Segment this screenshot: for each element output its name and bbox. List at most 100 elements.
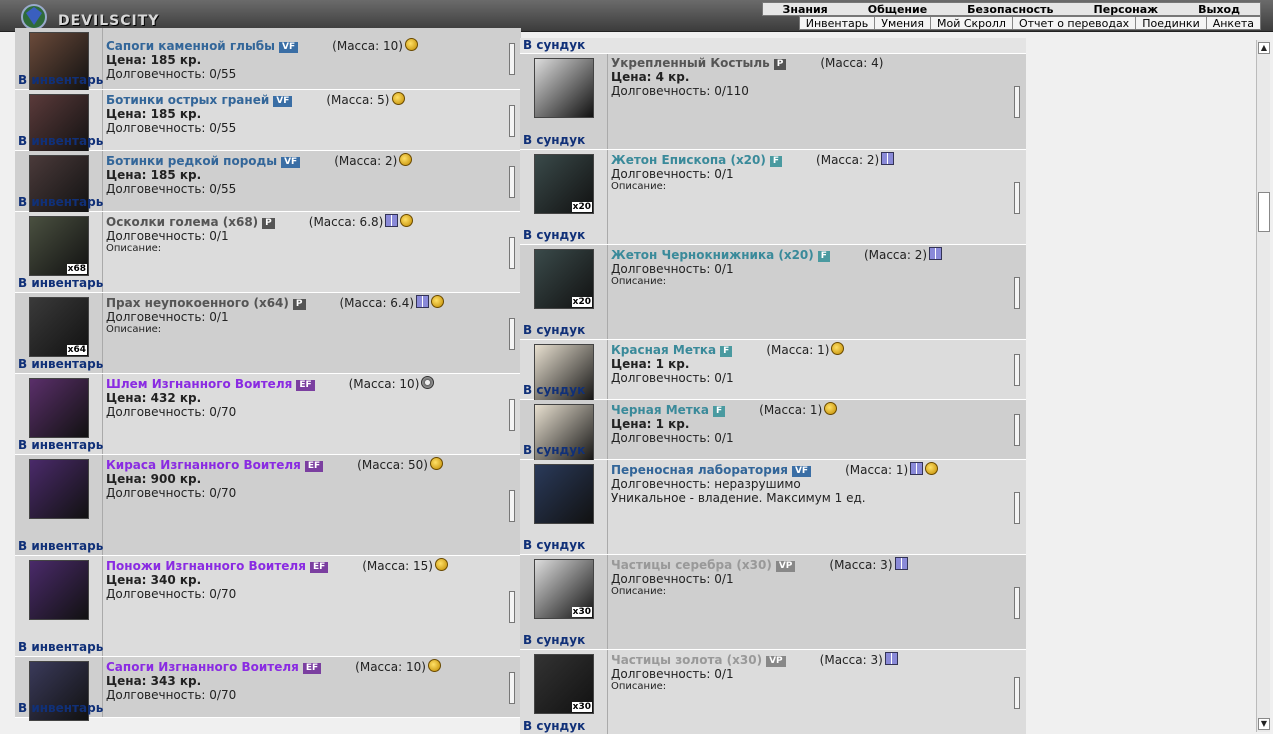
to-inventory-link[interactable]: В инвентарь (18, 195, 103, 209)
item-mini-scrollbar[interactable] (509, 105, 515, 137)
item-info: Сапоги каменной глыбы VF (Масса: 10) Цена: … (106, 38, 503, 81)
item-name[interactable]: Шлем Изгнанного Воителя (106, 377, 292, 391)
item-thumbnail[interactable] (29, 378, 89, 438)
to-chest-link[interactable]: В сундук (523, 228, 585, 242)
item-mini-scrollbar[interactable] (1014, 86, 1020, 118)
item-thumbnail[interactable] (534, 464, 594, 524)
submenu-profile[interactable]: Анкета (1207, 17, 1260, 30)
scroll-down-icon[interactable]: ▼ (1258, 718, 1270, 730)
item-name[interactable]: Красная Метка (611, 343, 716, 357)
item-thumbnail[interactable]: x20 (534, 249, 594, 309)
item-name[interactable]: Ботинки редкой породы (106, 154, 277, 168)
item-mini-scrollbar[interactable] (1014, 277, 1020, 309)
item-flag-badge: P (292, 299, 306, 310)
item-row: В инвентарь Сапоги каменной глыбы VF (Масса… (15, 28, 521, 92)
scroll-thumb[interactable] (1258, 192, 1270, 232)
item-name[interactable]: Частицы золота (x30) (611, 653, 762, 667)
item-mini-scrollbar[interactable] (509, 318, 515, 350)
item-flag-badge: EF (302, 663, 322, 674)
item-image-cell: В инвентарь (15, 151, 103, 215)
item-mini-scrollbar[interactable] (509, 237, 515, 269)
item-mini-scrollbar[interactable] (509, 43, 515, 75)
to-chest-link[interactable]: В сундук (523, 538, 585, 552)
to-chest-link[interactable]: В сундук (523, 383, 585, 397)
item-description: Описание: (611, 586, 667, 597)
submenu-my-scroll[interactable]: Мой Скролл (931, 17, 1013, 30)
item-name[interactable]: Ботинки острых граней (106, 93, 269, 107)
item-name[interactable]: Черная Метка (611, 403, 709, 417)
item-name[interactable]: Прах неупокоенного (x64) (106, 296, 289, 310)
item-mini-scrollbar[interactable] (509, 166, 515, 198)
menu-knowledge[interactable]: Знания (763, 3, 848, 16)
gift-icon (881, 152, 895, 165)
item-mini-scrollbar[interactable] (1014, 414, 1020, 446)
item-mini-scrollbar[interactable] (509, 672, 515, 704)
to-chest-link[interactable]: В сундук (523, 443, 585, 457)
item-mini-scrollbar[interactable] (1014, 354, 1020, 386)
item-mini-scrollbar[interactable] (1014, 677, 1020, 709)
item-thumbnail[interactable]: x20 (534, 154, 594, 214)
submenu-fights[interactable]: Поединки (1136, 17, 1207, 30)
item-row: В инвентарь Шлем Изгнанного Воителя EF (Мас… (15, 374, 521, 455)
item-extra-note: Уникальное - владение. Максимум 1 ед. (611, 491, 866, 505)
to-inventory-link[interactable]: В инвентарь (18, 73, 103, 87)
item-thumbnail[interactable]: x30 (534, 654, 594, 714)
item-thumbnail[interactable]: x30 (534, 559, 594, 619)
item-thumbnail[interactable] (29, 560, 89, 620)
item-info: Укрепленный Костыль P (Масса: 4) Цена: 4 кр… (611, 56, 1008, 98)
item-thumbnail[interactable]: x68 (29, 216, 89, 276)
item-mini-scrollbar[interactable] (509, 399, 515, 431)
item-name[interactable]: Кираса Изгнанного Воителя (106, 458, 301, 472)
item-thumbnail[interactable] (534, 58, 594, 118)
item-name[interactable]: Частицы серебра (x30) (611, 558, 772, 572)
item-name[interactable]: Сапоги каменной глыбы (106, 39, 275, 53)
item-mini-scrollbar[interactable] (1014, 587, 1020, 619)
item-name[interactable]: Осколки голема (x68) (106, 215, 258, 229)
item-thumbnail[interactable] (29, 459, 89, 519)
item-name[interactable]: Поножи Изгнанного Воителя (106, 559, 306, 573)
to-chest-link[interactable]: В сундук (523, 633, 585, 647)
menu-exit[interactable]: Выход (1178, 3, 1260, 16)
item-mass: (Масса: 2) (816, 153, 880, 167)
item-name[interactable]: Сапоги Изгнанного Воителя (106, 660, 299, 674)
item-mini-scrollbar[interactable] (1014, 182, 1020, 214)
item-name[interactable]: Жетон Чернокнижника (x20) (611, 248, 814, 262)
submenu-transfer-report[interactable]: Отчет о переводах (1013, 17, 1137, 30)
item-mini-scrollbar[interactable] (509, 591, 515, 623)
to-chest-link[interactable]: В сундук (523, 133, 585, 147)
item-thumbnail[interactable]: x64 (29, 297, 89, 357)
scroll-up-icon[interactable]: ▲ (1258, 42, 1270, 54)
to-inventory-link[interactable]: В инвентарь (18, 701, 103, 715)
item-name[interactable]: Укрепленный Костыль (611, 56, 770, 70)
menu-communication[interactable]: Общение (848, 3, 947, 16)
menu-security[interactable]: Безопасность (947, 3, 1073, 16)
item-mini-scrollbar[interactable] (509, 490, 515, 522)
submenu-skills[interactable]: Умения (875, 17, 931, 30)
page-scrollbar[interactable]: ▲ ▼ (1256, 40, 1270, 732)
to-chest-link[interactable]: В сундук (523, 719, 585, 733)
item-count-badge: x68 (66, 264, 87, 274)
item-name[interactable]: Переносная лаборатория (611, 463, 788, 477)
to-chest-link[interactable]: В сундук (523, 323, 585, 337)
to-inventory-link[interactable]: В инвентарь (18, 539, 103, 553)
item-info: Жетон Епископа (x20) F (Масса: 2) Долговечн… (611, 152, 1008, 193)
submenu-inventory[interactable]: Инвентарь (800, 17, 876, 30)
item-name[interactable]: Жетон Епископа (x20) (611, 153, 766, 167)
item-name-line: Ботинки редкой породы VF (Масса: 2) (106, 153, 503, 168)
to-inventory-link[interactable]: В инвентарь (18, 640, 103, 654)
menu-character[interactable]: Персонаж (1074, 3, 1179, 16)
coin-icon (399, 153, 413, 166)
item-mini-scrollbar[interactable] (1014, 492, 1020, 524)
item-image-cell: В инвентарь (15, 374, 103, 454)
to-inventory-link[interactable]: В инвентарь (18, 134, 103, 148)
to-inventory-link[interactable]: В инвентарь (18, 276, 103, 290)
item-description: Описание: (106, 243, 162, 254)
to-chest-link[interactable]: В сундук (523, 38, 585, 52)
to-inventory-link[interactable]: В инвентарь (18, 357, 103, 371)
to-inventory-link[interactable]: В инвентарь (18, 438, 103, 452)
empty-area (1026, 38, 1254, 734)
item-durability: Долговечность: 0/70 (106, 688, 237, 702)
item-info: Поножи Изгнанного Воителя EF (Масса: 15) Це… (106, 558, 503, 601)
item-info: Прах неупокоенного (x64) P (Масса: 6.4) Дол… (106, 295, 503, 336)
item-info: Шлем Изгнанного Воителя EF (Масса: 10) Цена… (106, 376, 503, 419)
